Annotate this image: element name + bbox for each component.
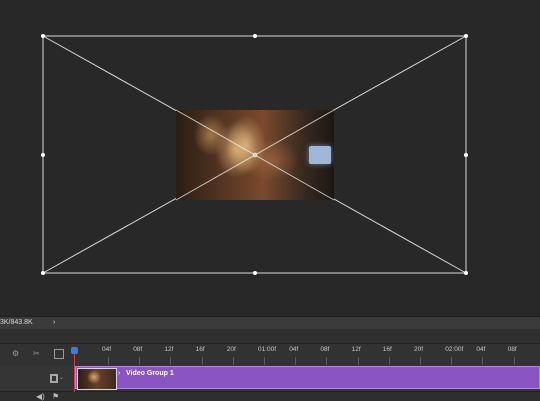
transition-icon[interactable] [54,349,64,359]
transform-handle-left [41,153,45,157]
ruler-tick-mark [108,357,109,365]
ruler-tick-mark [170,357,172,365]
ruler-tick-label: 02:00f [445,346,464,353]
transform-handle-bottom-left [41,271,45,275]
ruler-tick-label: 01:00f [258,346,277,353]
transform-handle-top [253,34,257,38]
gear-icon[interactable]: ⚙ [12,349,19,358]
scissors-icon[interactable]: ✂ [33,349,40,358]
ruler-tick-label: 04f [476,346,486,353]
ruler-tick-label: 16f [382,346,392,353]
timeline-toolbar [0,329,540,343]
ruler-tick-label: 12f [164,346,174,353]
transform-handles[interactable] [0,0,540,316]
ruler-tick-label: 12f [351,346,361,353]
ruler-tick-mark [388,357,390,365]
speaker-icon[interactable]: ◀) [36,392,45,401]
transform-handle-right [464,153,468,157]
ruler-tick-mark [139,357,141,365]
video-group-clip[interactable]: › Video Group 1 [75,366,540,390]
document-size-readout: 3K/843.8K [0,319,33,326]
ruler-ticks[interactable]: 04f 08f 12f 16f 20f 01:00f 04f 08f 12f 16f 20f 02:0… [70,344,540,366]
transform-handle-bottom [253,271,257,275]
transform-handle-top-right [464,34,468,38]
ruler-tick-label: 08f [320,346,330,353]
transform-handle-bottom-right [464,271,468,275]
timeline-ruler[interactable]: ⚙ ✂ 04f 08f 12f 16f 20f 01:00f 04f 08f 12f 16f 20f… [0,343,540,367]
clip-thumbnail [77,368,117,390]
ruler-tick-mark [482,357,484,365]
track-header: ⌄ [0,366,70,391]
document-canvas[interactable] [0,0,540,316]
ruler-tick-label: 16f [195,346,205,353]
ruler-tick-label: 08f [133,346,143,353]
ruler-tick-label: 20f [226,346,236,353]
ruler-tick-label: 20f [414,346,424,353]
ruler-tick-mark [295,357,297,365]
ruler-tick-mark [451,357,453,365]
chevron-down-icon[interactable]: ⌄ [59,374,64,381]
audio-track-row: ◀) ⚑ [0,392,540,401]
ruler-tick-mark [232,357,234,365]
ruler-tick-mark [420,357,421,365]
ruler-tick-mark [264,357,265,365]
flag-icon[interactable]: ⚑ [52,392,59,401]
status-menu-arrow-icon[interactable]: › [53,317,55,329]
film-strip-icon[interactable] [50,374,58,383]
ruler-tick-label: 04f [102,346,112,353]
clip-label: Video Group 1 [126,370,174,377]
status-bar: 3K/843.8K › [0,316,540,329]
ruler-tick-label: 08f [507,346,517,353]
ruler-tick-mark [357,357,359,365]
ruler-tick-mark [513,357,515,365]
chevron-right-icon[interactable]: › [118,370,120,377]
ruler-tick-label: 04f [289,346,299,353]
playhead-handle[interactable] [71,347,78,354]
video-track[interactable]: ⌄ › Video Group 1 [0,366,540,392]
transform-handle-top-left [41,34,45,38]
ruler-tick-mark [201,357,203,365]
ruler-tick-mark [326,357,328,365]
